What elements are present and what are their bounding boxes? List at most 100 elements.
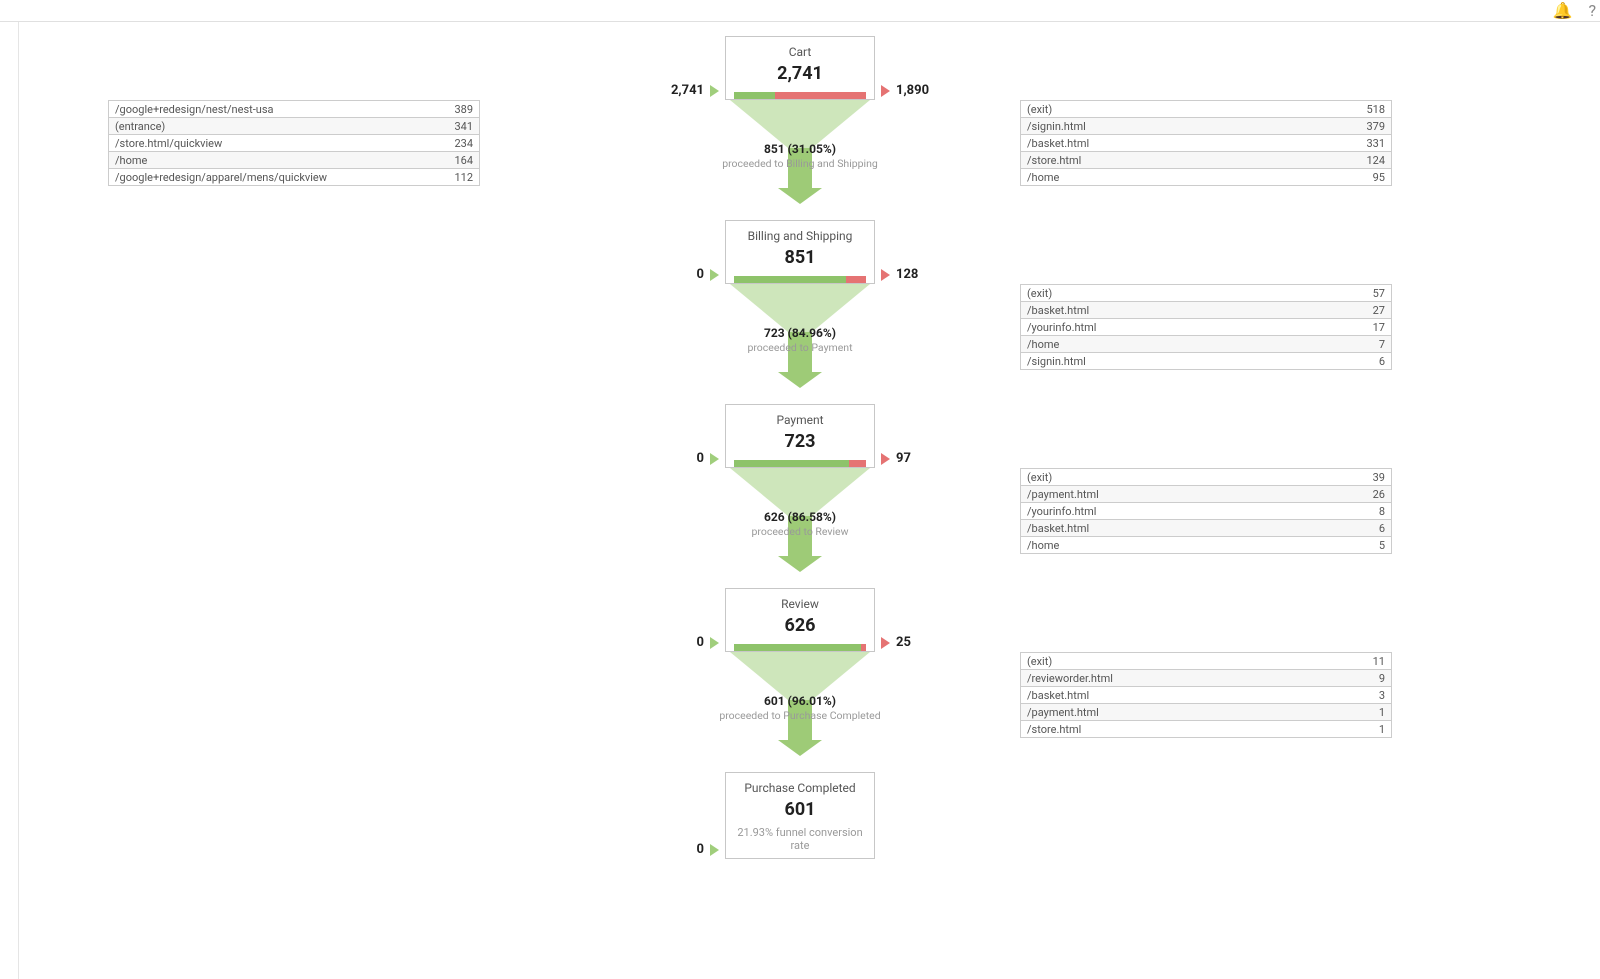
continuation-bar xyxy=(734,644,866,651)
conversion-rate-note: 21.93% funnel conversion rate xyxy=(734,826,866,852)
path-label: /basket.html xyxy=(1027,135,1089,151)
proceed-caption: 723 (84.96%)proceeded to Payment xyxy=(747,326,852,354)
table-row[interactable]: /signin.html6 xyxy=(1020,353,1392,370)
triangle-right-green-icon xyxy=(710,85,719,97)
table-row[interactable]: (entrance)341 xyxy=(108,118,480,135)
path-count: 112 xyxy=(454,169,473,185)
table-row[interactable]: (exit)11 xyxy=(1020,653,1392,670)
triangle-right-red-icon xyxy=(881,453,890,465)
triangle-right-red-icon xyxy=(881,269,890,281)
table-row[interactable]: /store.html/quickview234 xyxy=(108,135,480,152)
table-row[interactable]: /basket.html 6 xyxy=(1020,520,1392,537)
funnel-connector: 723 (84.96%)proceeded to Payment xyxy=(725,284,875,404)
table-row[interactable]: /revieworder.html 9 xyxy=(1020,670,1392,687)
table-row[interactable]: /yourinfo.html 8 xyxy=(1020,503,1392,520)
entry-paths-table: /google+redesign/nest/nest-usa 389(entran… xyxy=(108,100,480,186)
table-row[interactable]: (exit) 57 xyxy=(1020,285,1392,302)
path-count: 7 xyxy=(1379,336,1385,352)
step-total: 601 xyxy=(734,799,866,820)
step-title: Review xyxy=(734,597,866,611)
exits-count: 97 xyxy=(881,451,911,466)
funnel-step-card[interactable]: Cart 2,741 xyxy=(725,36,875,100)
table-row[interactable]: /store.html 124 xyxy=(1020,152,1392,169)
table-row[interactable]: /payment.html 26 xyxy=(1020,486,1392,503)
exits-count: 128 xyxy=(881,267,918,282)
path-label: /yourinfo.html xyxy=(1027,503,1096,519)
path-count: 518 xyxy=(1366,101,1385,117)
path-label: /store.html xyxy=(1027,152,1081,168)
funnel-step-card[interactable]: Payment723 xyxy=(725,404,875,468)
path-count: 8 xyxy=(1379,503,1385,519)
exit-paths-table: (exit)11/revieworder.html9/basket.html3/… xyxy=(1020,652,1392,738)
triangle-right-red-icon xyxy=(881,637,890,649)
table-row[interactable]: /google+redesign/nest/nest-usa 389 xyxy=(108,101,480,118)
path-label: /store.html xyxy=(1027,721,1081,737)
help-icon[interactable]: ? xyxy=(1588,1,1596,20)
table-row[interactable]: /basket.html27 xyxy=(1020,302,1392,319)
exit-paths-table: (exit) 57/basket.html27/yourinfo.html 17/h… xyxy=(1020,284,1392,370)
step-title: Payment xyxy=(734,413,866,427)
step-title: Cart xyxy=(734,45,866,59)
path-count: 57 xyxy=(1373,285,1385,301)
path-label: /payment.html xyxy=(1027,704,1099,720)
table-row[interactable]: /home164 xyxy=(108,152,480,169)
path-count: 1 xyxy=(1379,721,1385,737)
path-count: 389 xyxy=(454,101,473,117)
table-row[interactable]: /yourinfo.html 17 xyxy=(1020,319,1392,336)
path-count: 331 xyxy=(1366,135,1385,151)
continuation-bar xyxy=(734,92,866,99)
path-label: /revieworder.html xyxy=(1027,670,1113,686)
entries-count: 0 xyxy=(697,842,719,857)
step-total: 2,741 xyxy=(734,63,866,84)
table-row[interactable]: /signin.html379 xyxy=(1020,118,1392,135)
funnel-step-card[interactable]: Purchase Completed60121.93% funnel conve… xyxy=(725,772,875,859)
path-label: /home xyxy=(1027,169,1059,185)
exits-count: 25 xyxy=(881,635,911,650)
funnel-step-card[interactable]: Review626 xyxy=(725,588,875,652)
table-row[interactable]: (exit) 518 xyxy=(1020,101,1392,118)
step-total: 851 xyxy=(734,247,866,268)
path-label: (exit) xyxy=(1027,101,1052,117)
path-label: (exit) xyxy=(1027,285,1052,301)
funnel-canvas: /google+redesign/nest/nest-usa389(entran… xyxy=(0,22,1600,899)
path-label: /basket.html xyxy=(1027,687,1089,703)
table-row[interactable]: /home 5 xyxy=(1020,537,1392,554)
path-label: /payment.html xyxy=(1027,486,1099,502)
proceed-caption: 626 (86.58%)proceeded to Review xyxy=(752,510,849,538)
table-row[interactable]: /payment.html1 xyxy=(1020,704,1392,721)
path-count: 27 xyxy=(1373,302,1385,318)
path-count: 164 xyxy=(454,152,473,168)
proceed-caption: 601 (96.01%)proceeded to Purchase Comple… xyxy=(719,694,880,722)
funnel-connector: 626 (86.58%)proceeded to Review xyxy=(725,468,875,588)
app-topbar: 🔔 ? xyxy=(0,0,1600,22)
exits-count: 1,890 xyxy=(881,83,929,98)
table-row[interactable]: /home95 xyxy=(1020,169,1392,186)
bell-icon[interactable]: 🔔 xyxy=(1553,1,1573,20)
table-row[interactable]: /basket.html 3 xyxy=(1020,687,1392,704)
path-count: 3 xyxy=(1379,687,1385,703)
path-label: (exit) xyxy=(1027,469,1052,485)
table-row[interactable]: /store.html 1 xyxy=(1020,721,1392,738)
triangle-right-red-icon xyxy=(881,85,890,97)
path-count: 5 xyxy=(1379,537,1385,553)
path-label: /yourinfo.html xyxy=(1027,319,1096,335)
path-count: 26 xyxy=(1373,486,1385,502)
table-row[interactable]: /home 7 xyxy=(1020,336,1392,353)
path-count: 6 xyxy=(1379,520,1385,536)
entries-count: 0 xyxy=(697,267,719,282)
path-count: 39 xyxy=(1373,469,1385,485)
path-label: /home xyxy=(1027,537,1059,553)
path-label: /google+redesign/nest/nest-usa xyxy=(115,101,274,117)
table-row[interactable]: /google+redesign/apparel/mens/quickview1… xyxy=(108,169,480,186)
path-count: 124 xyxy=(1366,152,1385,168)
entries-count: 0 xyxy=(697,451,719,466)
table-row[interactable]: (exit) 39 xyxy=(1020,469,1392,486)
funnel-connector: 601 (96.01%)proceeded to Purchase Comple… xyxy=(725,652,875,772)
funnel-step-card[interactable]: Billing and Shipping851 xyxy=(725,220,875,284)
path-label: /basket.html xyxy=(1027,520,1089,536)
path-label: /home xyxy=(1027,336,1059,352)
path-count: 17 xyxy=(1373,319,1385,335)
entries-count: 2,741 xyxy=(671,83,719,98)
table-row[interactable]: /basket.html 331 xyxy=(1020,135,1392,152)
path-count: 9 xyxy=(1379,670,1385,686)
